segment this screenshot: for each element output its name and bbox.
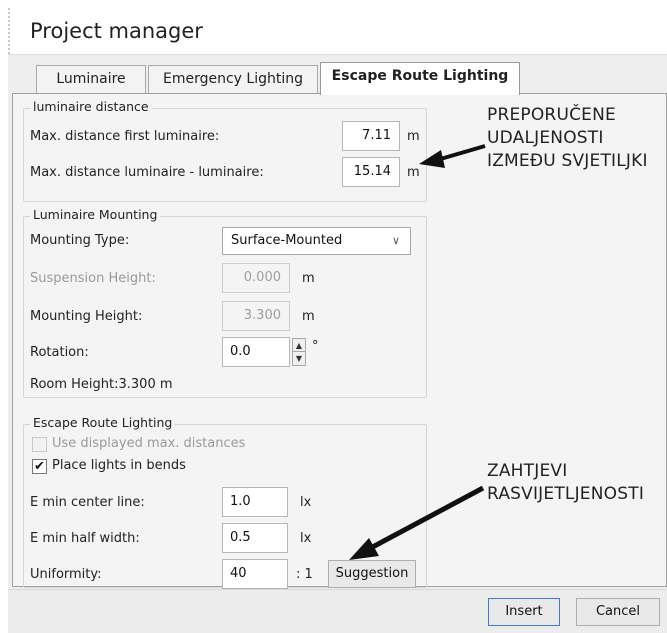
between-distance-unit: m (407, 165, 420, 180)
suspension-height-label: Suspension Height: (30, 271, 156, 286)
rotation-unit: ° (312, 339, 319, 354)
annotation-line: IZMEĐU SVJETILJKI (487, 151, 648, 171)
uniformity-unit: : 1 (296, 567, 313, 582)
checkmark-icon: ✔ (34, 459, 45, 474)
group-title: Escape Route Lighting (30, 415, 176, 430)
mounting-type-select[interactable]: Surface-Mounted ∨ (222, 227, 411, 255)
arrow-left-icon (419, 144, 486, 168)
distance-annotation: PREPORUČENE UDALJENOSTI IZMEĐU SVJETILJK… (487, 104, 648, 173)
tab-strip: Luminaire Emergency Lighting Escape Rout… (8, 55, 667, 95)
room-height-text: Room Height:3.300 m (30, 377, 173, 392)
annotation-line: PREPORUČENE (487, 105, 616, 125)
use-distances-label: Use displayed max. distances (52, 436, 246, 451)
suggestion-button[interactable]: Suggestion (328, 560, 416, 588)
mounting-type-value: Surface-Mounted (231, 233, 343, 248)
first-distance-input[interactable]: 7.11 (342, 121, 400, 151)
emin-center-label: E min center line: (30, 495, 145, 510)
escape-route-lighting-group: Escape Route Lighting Use displayed max.… (23, 415, 427, 589)
first-distance-label: Max. distance first luminaire: (30, 129, 220, 144)
uniformity-label: Uniformity: (30, 567, 102, 582)
chevron-down-icon: ∨ (391, 234, 400, 247)
place-bends-checkbox[interactable]: ✔ (32, 459, 47, 474)
between-distance-input[interactable]: 15.14 (342, 157, 400, 187)
button-bar: Insert Cancel (8, 589, 667, 633)
annotation-line: UDALJENOSTI (487, 128, 604, 148)
annotation-line: RASVIJETLJENOSTI (487, 484, 645, 504)
group-title: luminaire distance (30, 99, 152, 114)
suspension-height-input: 0.000 (222, 263, 290, 293)
first-distance-unit: m (407, 129, 420, 144)
project-manager-window: Luminaire Emergency Lighting Escape Rout… (8, 54, 667, 633)
lighting-annotation: ZAHTJEVI RASVIJETLJENOSTI (487, 460, 644, 506)
group-title: Luminaire Mounting (30, 207, 161, 222)
tab-luminaire[interactable]: Luminaire (36, 65, 146, 93)
mounting-type-label: Mounting Type: (30, 233, 130, 248)
rotation-input[interactable]: 0.0 (222, 337, 290, 367)
emin-half-unit: lx (300, 531, 312, 546)
arrow-up-icon[interactable]: ▲ (293, 339, 305, 352)
tab-escape-route-lighting[interactable]: Escape Route Lighting (320, 62, 520, 95)
mounting-height-unit: m (302, 309, 315, 324)
mounting-height-input: 3.300 (222, 301, 290, 331)
between-distance-label: Max. distance luminaire - luminaire: (30, 165, 264, 180)
mounting-height-label: Mounting Height: (30, 309, 143, 324)
window-title: Project manager (30, 19, 203, 43)
arrow-down-icon[interactable]: ▼ (293, 352, 305, 365)
luminaire-mounting-group: Luminaire Mounting Mounting Type: Surfac… (23, 207, 427, 398)
annotation-line: ZAHTJEVI (487, 461, 568, 481)
uniformity-input[interactable]: 40 (222, 559, 288, 589)
luminaire-distance-group: luminaire distance Max. distance first l… (23, 99, 427, 202)
rotation-label: Rotation: (30, 345, 89, 360)
title-bar: Project manager (8, 8, 667, 54)
emin-center-input[interactable]: 1.0 (222, 487, 288, 517)
use-distances-checkbox[interactable] (32, 437, 47, 452)
place-bends-label: Place lights in bends (52, 458, 186, 473)
emin-half-input[interactable]: 0.5 (222, 523, 288, 553)
emin-half-label: E min half width: (30, 531, 140, 546)
rotation-spinner[interactable]: ▲ ▼ (292, 338, 306, 366)
tab-emergency-lighting[interactable]: Emergency Lighting (148, 65, 318, 93)
insert-button[interactable]: Insert (488, 598, 560, 626)
cancel-button[interactable]: Cancel (576, 598, 660, 626)
tab-panel: luminaire distance Max. distance first l… (12, 93, 667, 589)
suspension-height-unit: m (302, 271, 315, 286)
emin-center-unit: lx (300, 495, 312, 510)
